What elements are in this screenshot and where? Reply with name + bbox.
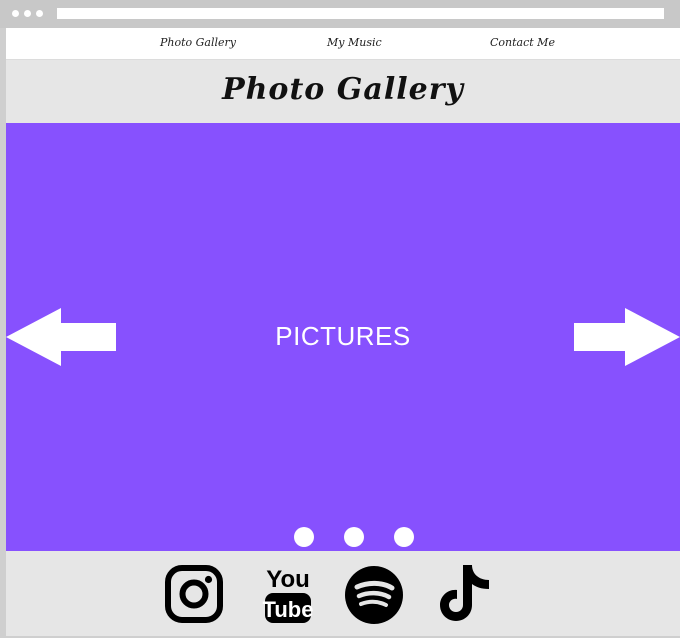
- page-title: Photo Gallery: [222, 72, 464, 107]
- window-dot[interactable]: [24, 10, 31, 17]
- next-arrow-icon[interactable]: [574, 308, 680, 370]
- instagram-icon[interactable]: [165, 565, 223, 627]
- title-band: Photo Gallery: [6, 60, 680, 123]
- spotify-icon[interactable]: [344, 565, 404, 629]
- window-dot[interactable]: [36, 10, 43, 17]
- youtube-text-bottom: Tube: [263, 597, 314, 622]
- youtube-text-top: You: [266, 566, 310, 593]
- carousel-indicator-dot[interactable]: [294, 527, 314, 547]
- address-bar[interactable]: [57, 8, 664, 19]
- carousel-indicator-dot[interactable]: [344, 527, 364, 547]
- carousel-indicators: [294, 527, 414, 547]
- youtube-icon[interactable]: You Tube: [260, 563, 316, 629]
- tiktok-icon[interactable]: [437, 563, 493, 627]
- photo-carousel: PICTURES: [6, 123, 680, 551]
- window-dot[interactable]: [12, 10, 19, 17]
- top-nav: Photo Gallery My Music Contact Me: [6, 28, 680, 60]
- window-controls: [12, 10, 43, 17]
- footer: You Tube: [6, 551, 680, 636]
- nav-link-photo-gallery[interactable]: Photo Gallery: [160, 36, 236, 49]
- nav-link-my-music[interactable]: My Music: [327, 36, 382, 49]
- browser-chrome: [0, 0, 680, 28]
- nav-link-contact-me[interactable]: Contact Me: [490, 36, 555, 49]
- carousel-indicator-dot[interactable]: [394, 527, 414, 547]
